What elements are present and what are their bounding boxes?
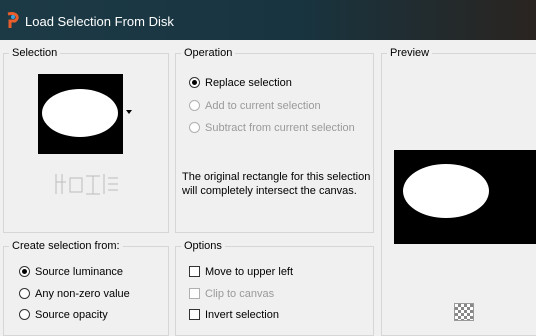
operation-group-label: Operation: [181, 46, 236, 60]
checkbox-indicator[interactable]: [189, 266, 200, 277]
radio-indicator[interactable]: [19, 309, 30, 320]
paintshop-pro-icon: [7, 12, 19, 28]
preview-group-label: Preview: [387, 46, 433, 60]
chevron-down-icon[interactable]: [126, 110, 132, 114]
selection-ghost-preview: [55, 174, 118, 195]
title-bar: Load Selection From Disk: [0, 0, 536, 40]
radio-label: Any non-zero value: [35, 288, 130, 300]
radio-label: Add to current selection: [205, 100, 321, 112]
radio-indicator[interactable]: [189, 122, 200, 133]
checkbox-label: Move to upper left: [205, 266, 294, 278]
checkbox-indicator[interactable]: [189, 309, 200, 320]
radio-label: Replace selection: [205, 77, 292, 89]
radio-indicator[interactable]: [189, 100, 200, 111]
selection-thumbnail[interactable]: [38, 74, 123, 154]
selection-group-label: Selection: [9, 46, 61, 60]
options-group-label: Options: [181, 239, 225, 253]
checkerboard-icon[interactable]: [454, 303, 474, 321]
checkbox-label: Invert selection: [205, 309, 279, 321]
radio-label: Subtract from current selection: [205, 122, 355, 134]
checkbox-label: Clip to canvas: [205, 288, 275, 300]
radio-indicator[interactable]: [19, 288, 30, 299]
radio-label: Source luminance: [35, 266, 124, 278]
preview-canvas: [394, 150, 536, 244]
create-selection-from-label: Create selection from:: [9, 239, 123, 253]
intersection-info-text: The original rectangle for this selectio…: [182, 171, 371, 197]
preview-selection-shape: [403, 164, 489, 218]
radio-label: Source opacity: [35, 309, 108, 321]
window-title: Load Selection From Disk: [25, 14, 174, 29]
radio-indicator[interactable]: [189, 77, 200, 88]
checkbox-indicator[interactable]: [189, 288, 200, 299]
radio-indicator[interactable]: [19, 266, 30, 277]
selection-shape: [42, 89, 118, 137]
